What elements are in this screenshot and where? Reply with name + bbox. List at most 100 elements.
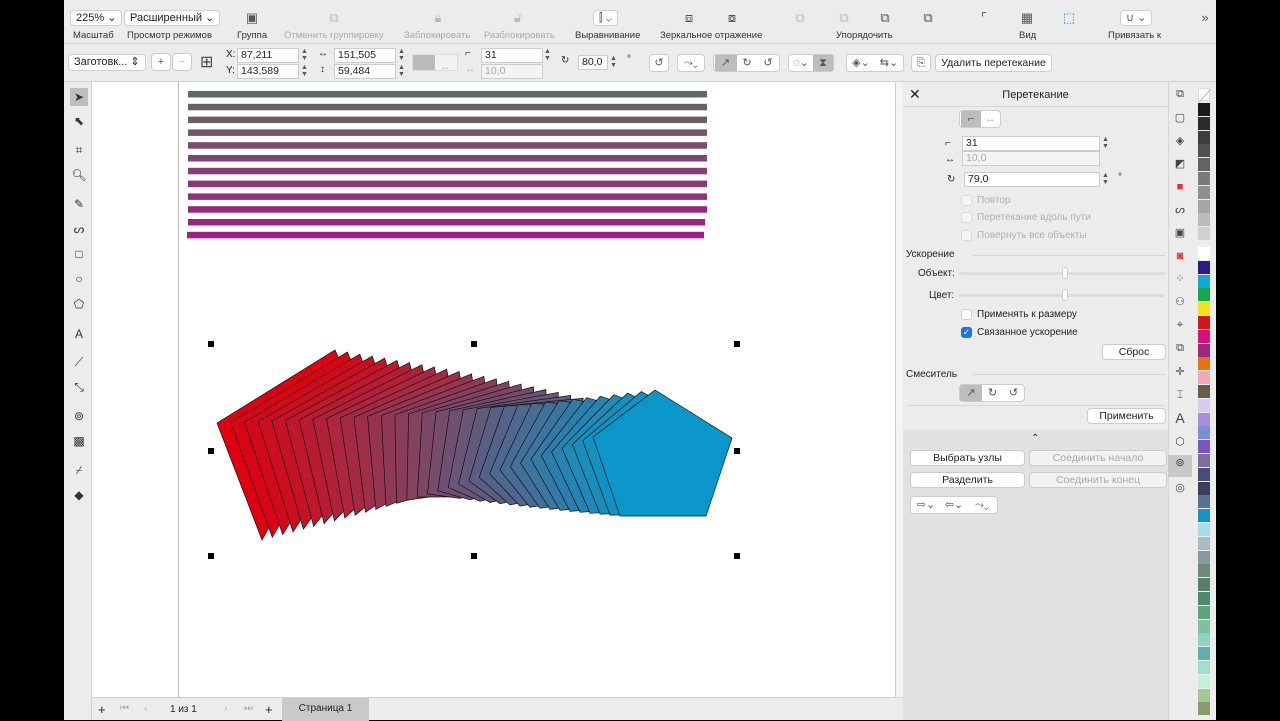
x-spinner[interactable]: ▲ ▼ [300, 48, 309, 63]
color-swatch[interactable] [1198, 185, 1210, 199]
height-field[interactable]: 59,484 [334, 64, 396, 79]
shaping-icon[interactable]: ⧉ [1172, 340, 1188, 356]
color-swatch[interactable] [1198, 144, 1210, 158]
rotate-all-checkbox[interactable] [961, 230, 972, 241]
to-back-button[interactable]: ⧉ [836, 8, 852, 28]
align-icon[interactable]: ✛ [1172, 364, 1188, 380]
direct-blend-icon[interactable]: ↗ [960, 385, 982, 401]
color-swatch[interactable] [1198, 674, 1210, 688]
color-accel-handle[interactable] [1062, 289, 1068, 301]
dimension-icon[interactable]: ⌶ [1172, 387, 1188, 403]
eyedropper-tool-icon[interactable]: ⌿ [70, 461, 88, 479]
lock-button[interactable]: 🔒︎ [430, 8, 446, 28]
color-swatch[interactable] [1198, 260, 1210, 274]
color-swatch[interactable] [1198, 130, 1210, 144]
page-tab[interactable]: Страница 1 [282, 698, 369, 721]
docker-steps-spinner[interactable]: ▲ ▼ [1101, 136, 1110, 151]
color-swatch[interactable] [1198, 371, 1210, 385]
clockwise-blend-icon[interactable]: ↻ [737, 55, 758, 71]
color-swatch[interactable] [1198, 199, 1210, 213]
prev-page-button[interactable]: ‹ [144, 703, 147, 714]
artwork[interactable] [92, 82, 895, 697]
spacing-mode-icon[interactable]: ↔ [981, 111, 999, 127]
mirror-horizontal-button[interactable]: ⧈ [681, 8, 697, 28]
ungroup-button[interactable]: ⧉ [326, 8, 342, 28]
stripe[interactable] [187, 231, 704, 239]
layers-icon[interactable]: ◈ [1172, 133, 1188, 149]
add-page-after-button[interactable]: + [265, 702, 273, 717]
color-swatch[interactable] [1198, 172, 1210, 185]
color-swatch[interactable] [1198, 564, 1210, 578]
direct-color-blend-icon[interactable]: ↗ [714, 55, 737, 71]
stripe[interactable] [188, 103, 707, 111]
docker-spacing-field[interactable]: 10,0 [962, 151, 1100, 166]
forward-one-button[interactable]: ⧉ [877, 8, 893, 28]
stripe[interactable] [188, 193, 707, 200]
guidelines-button[interactable]: ⬚ [1061, 8, 1077, 28]
height-spinner[interactable]: ▲ ▼ [397, 64, 406, 79]
loop-checkbox[interactable] [961, 195, 972, 206]
last-page-button[interactable]: ⏭ [244, 703, 253, 714]
more-button[interactable]: » [1198, 8, 1212, 28]
selection-handle[interactable] [208, 448, 214, 454]
no-color-swatch[interactable] [1198, 88, 1212, 103]
crop-tool-icon[interactable]: ⌗ [70, 141, 88, 159]
color-swatch[interactable] [1198, 158, 1210, 172]
zoom-dropdown[interactable]: 225% ⌄ [70, 10, 123, 26]
spacing-field[interactable]: 10,0 [481, 64, 543, 79]
view-mode-dropdown[interactable]: Расширенный ⌄ [124, 10, 221, 26]
steps-field[interactable]: 31 [481, 48, 543, 63]
stripe[interactable] [188, 180, 707, 188]
color-swatch[interactable] [1198, 116, 1210, 130]
selection-handle[interactable] [471, 553, 477, 559]
remove-preset-button[interactable]: − [172, 53, 192, 71]
add-preset-button[interactable]: + [151, 53, 171, 71]
color-swatch[interactable] [1198, 661, 1210, 674]
y-spinner[interactable]: ▲ ▼ [300, 64, 309, 79]
transparency-icon[interactable]: ◩ [1172, 156, 1188, 172]
align-dropdown[interactable]: ⫿ ⌄ [593, 10, 618, 26]
color-swatch[interactable] [1198, 227, 1210, 241]
docker-rotation-spinner[interactable]: ▲ ▼ [1101, 172, 1110, 187]
end-object-icon[interactable]: ⇦⌄ [940, 497, 968, 513]
color-swatch[interactable] [1198, 247, 1210, 260]
nodes-icon[interactable]: ⚇ [1172, 294, 1188, 310]
stripe[interactable] [188, 142, 707, 149]
group-button[interactable]: ▣ [244, 8, 260, 28]
freehand-tool-icon[interactable]: ✎ [70, 195, 88, 213]
color-swatch[interactable] [1198, 536, 1210, 550]
apply-to-size-checkbox[interactable] [961, 309, 972, 320]
color-swatch[interactable] [1198, 274, 1210, 288]
snap-point-icon[interactable]: ⌖ [1172, 317, 1188, 333]
color-swatch[interactable] [1198, 633, 1210, 647]
color-swatch[interactable] [1198, 288, 1210, 302]
color-swatch[interactable] [1198, 688, 1210, 702]
color-swatch[interactable] [1198, 605, 1210, 619]
blend-along-path-checkbox[interactable] [961, 212, 972, 223]
path-properties-button[interactable]: ⤳⌄ [677, 54, 705, 72]
grid-button[interactable]: ▦ [1019, 8, 1035, 28]
unlock-button[interactable]: 🔓︎ [510, 8, 526, 28]
color-swatch[interactable] [1198, 103, 1210, 116]
selection-handle[interactable] [734, 553, 740, 559]
vertical-scrollbar[interactable] [895, 82, 903, 697]
selection-handle[interactable] [208, 341, 214, 347]
selection-handle[interactable] [734, 448, 740, 454]
blend-type-toggle[interactable]: ↔ [412, 54, 458, 73]
rotation-field[interactable]: 80,0 [578, 55, 608, 70]
start-end-props-icon[interactable]: ◈⌄ [847, 55, 875, 71]
contour-icon[interactable]: ◎ [1172, 480, 1188, 496]
clockwise-icon[interactable]: ↻ [982, 385, 1003, 401]
back-one-button[interactable]: ⧉ [920, 8, 936, 28]
drawing-canvas[interactable] [92, 82, 895, 697]
pick-tool-icon[interactable]: ➤ [70, 88, 88, 106]
fill-tool-icon[interactable]: ◆ [70, 486, 88, 504]
frame-icon[interactable]: ▣ [1172, 225, 1188, 241]
x-field[interactable]: 87,211 [237, 48, 299, 63]
color-swatch[interactable] [1198, 523, 1210, 536]
object-color-accel-icon[interactable]: ◌⌄ [789, 55, 813, 71]
stripe[interactable] [188, 91, 707, 98]
next-page-button[interactable]: › [224, 703, 227, 714]
stripe[interactable] [188, 219, 705, 226]
stripe[interactable] [188, 167, 707, 175]
